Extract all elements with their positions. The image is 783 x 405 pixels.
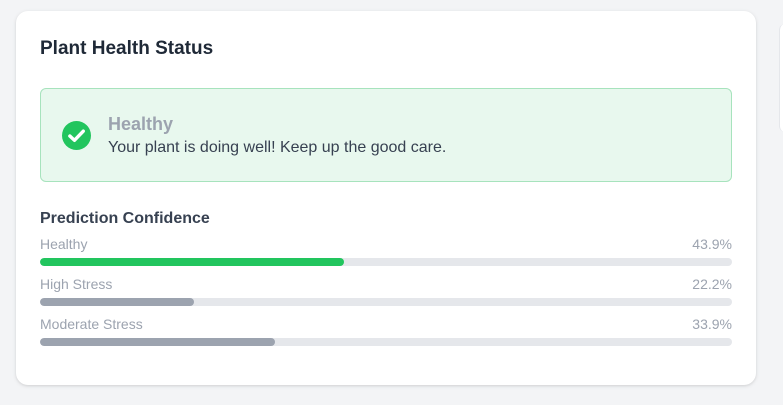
plant-health-card: Plant Health Status Healthy Your plant i… — [16, 11, 756, 385]
confidence-percent: 22.2% — [692, 276, 732, 292]
adjacent-panel-edge — [779, 24, 783, 132]
progress-fill — [40, 338, 275, 346]
progress-fill — [40, 258, 344, 266]
progress-track — [40, 258, 732, 266]
progress-track — [40, 338, 732, 346]
check-circle-icon — [62, 120, 91, 150]
confidence-label: High Stress — [40, 276, 113, 292]
confidence-row-moderate-stress: Moderate Stress 33.9% — [40, 315, 732, 346]
status-label: Healthy — [108, 113, 174, 134]
status-banner: Healthy Your plant is doing well! Keep u… — [40, 88, 732, 182]
confidence-percent: 43.9% — [692, 236, 732, 252]
progress-track — [40, 298, 732, 306]
confidence-title: Prediction Confidence — [40, 210, 210, 227]
card-title: Plant Health Status — [40, 38, 214, 59]
progress-fill — [40, 298, 194, 306]
status-text-group: Healthy Your plant is doing well! Keep u… — [108, 113, 446, 158]
confidence-row-high-stress: High Stress 22.2% — [40, 275, 732, 306]
status-message: Your plant is doing well! Keep up the go… — [108, 138, 447, 156]
confidence-percent: 33.9% — [692, 316, 732, 332]
confidence-label: Moderate Stress — [40, 316, 143, 332]
confidence-row-healthy: Healthy 43.9% — [40, 235, 732, 266]
confidence-label: Healthy — [40, 236, 88, 252]
